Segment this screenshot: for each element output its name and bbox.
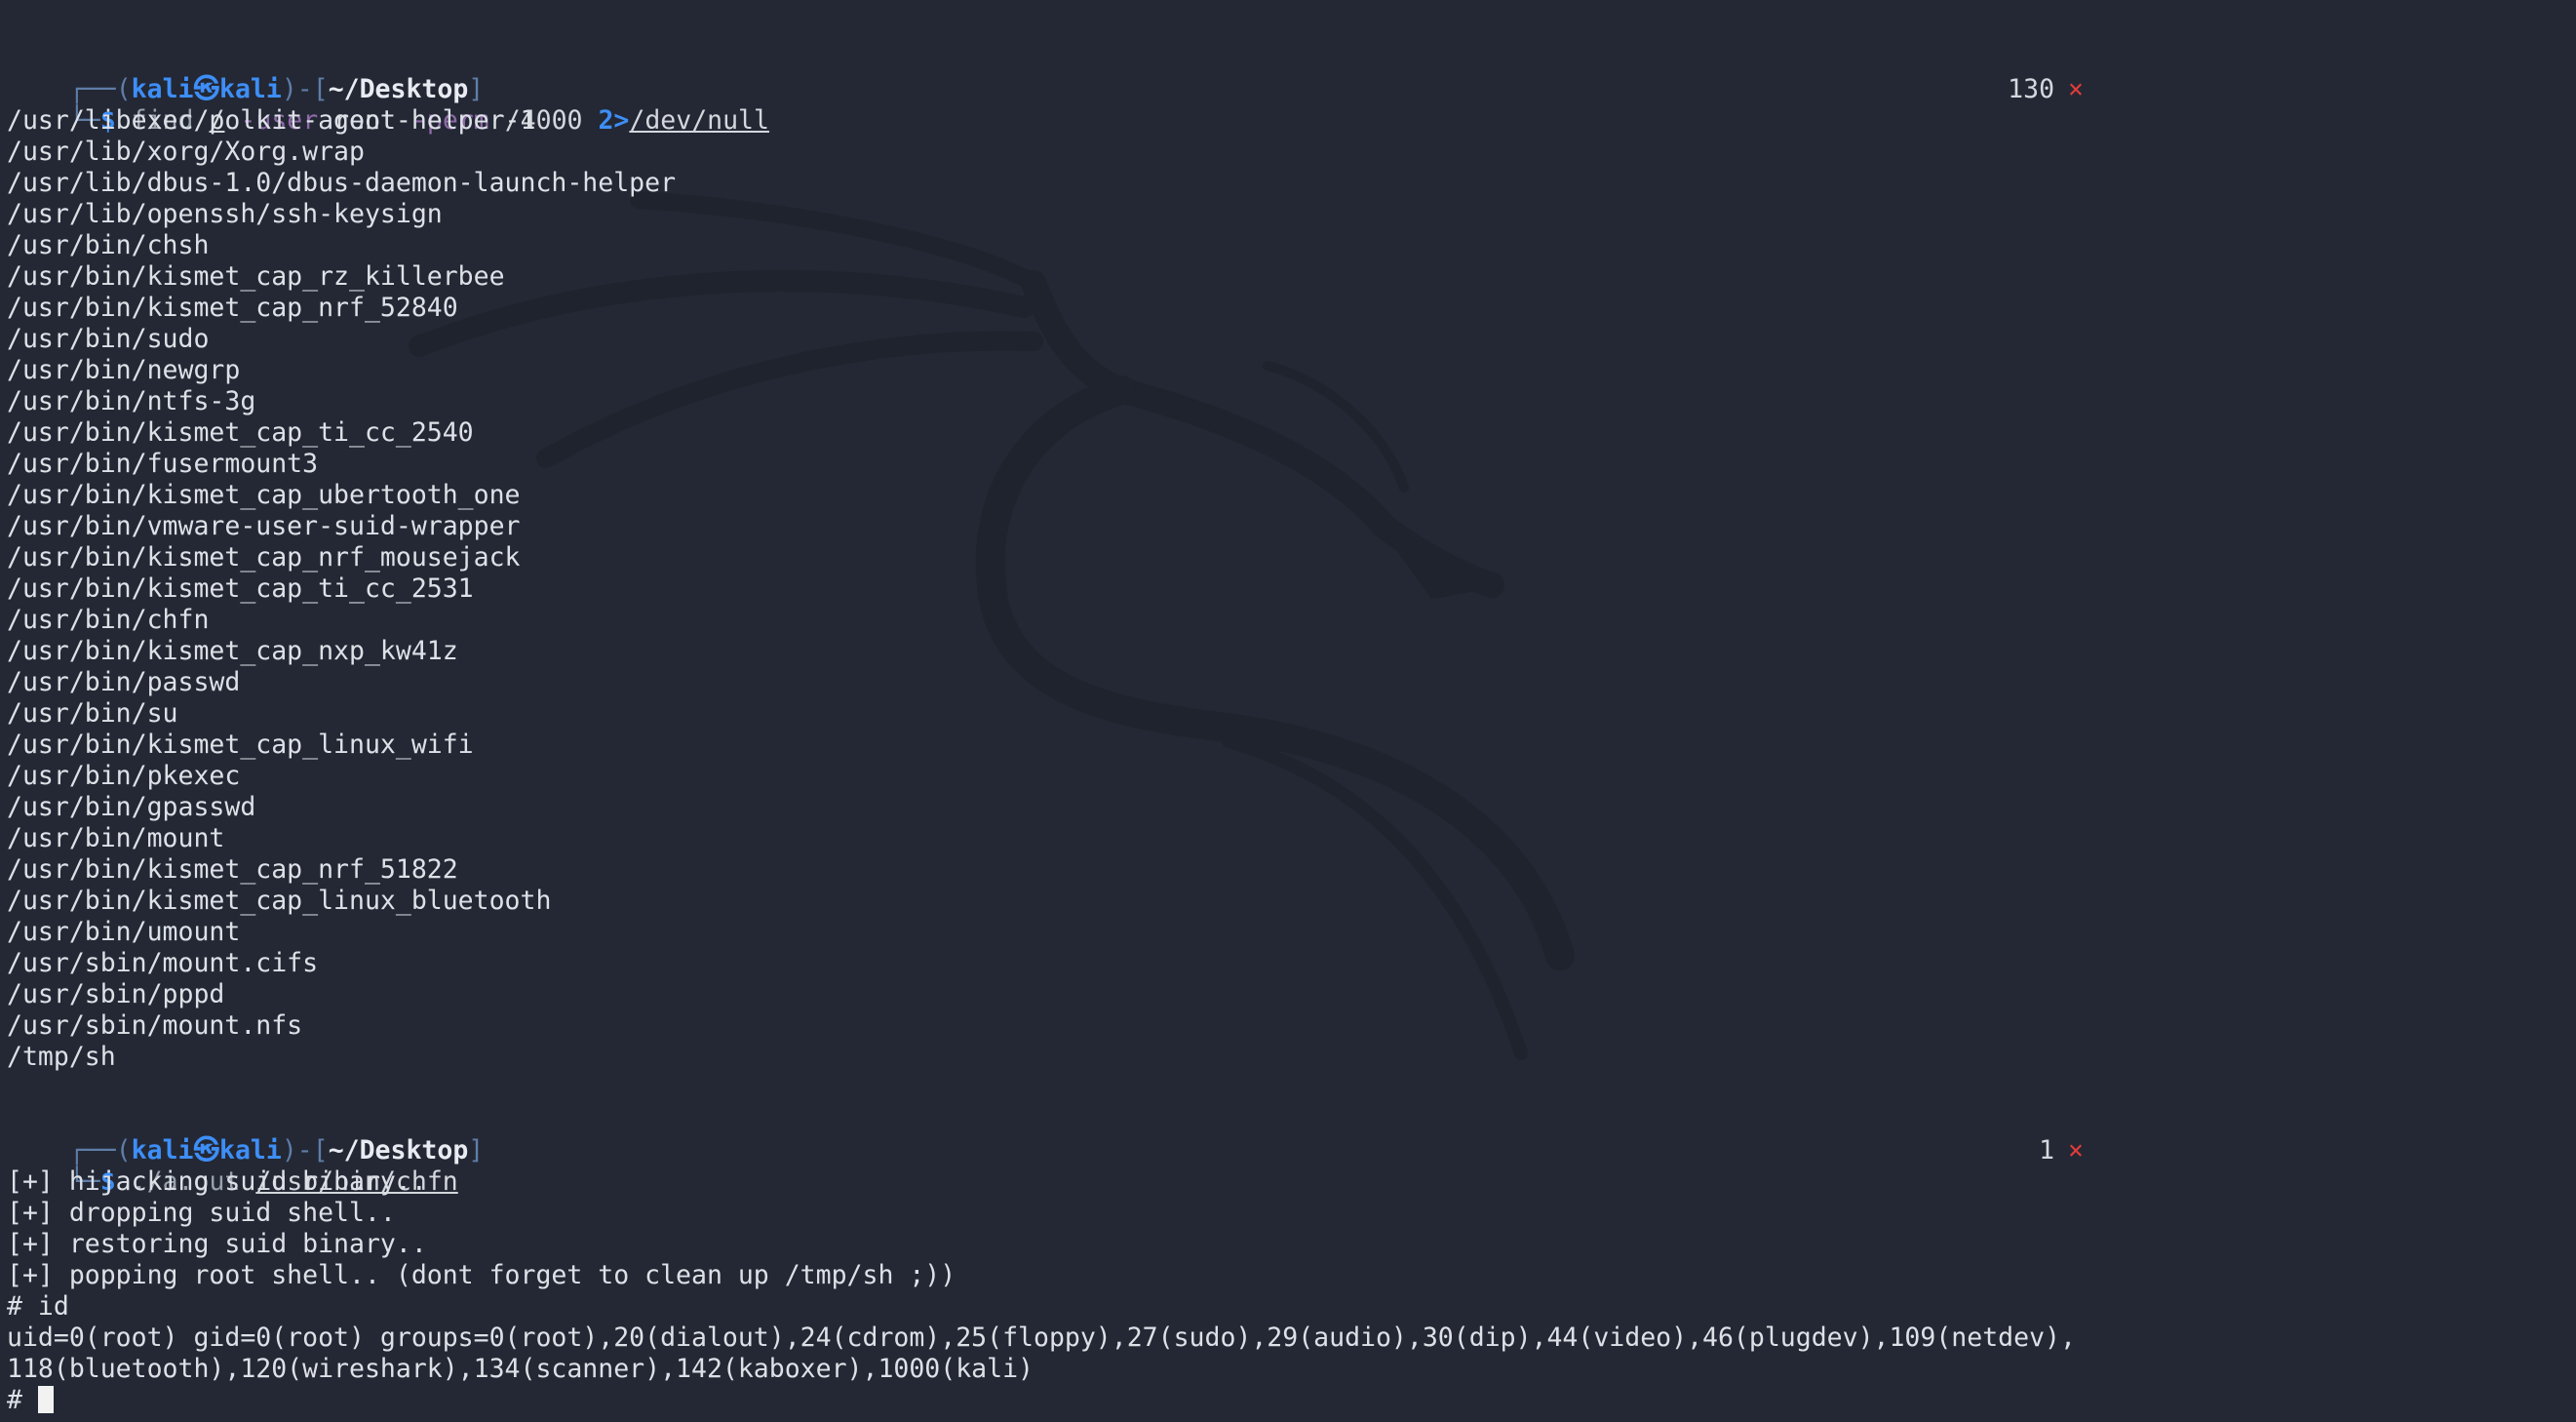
output-line: /usr/lib/openssh/ssh-keysign: [7, 199, 443, 229]
output-line: /usr/bin/chsh: [7, 230, 210, 260]
output-line: /usr/bin/pkexec: [7, 761, 241, 791]
root-prompt: #: [7, 1385, 38, 1415]
output-line: /usr/bin/kismet_cap_nrf_mousejack: [7, 542, 521, 573]
output-line: /usr/bin/kismet_cap_ubertooth_one: [7, 480, 521, 510]
output-line: /usr/lib/dbus-1.0/dbus-daemon-launch-hel…: [7, 168, 677, 198]
output-line: /usr/bin/passwd: [7, 667, 241, 697]
terminal-output[interactable]: ┌──(kali㉿kali)-[~/Desktop] └─$ find / -u…: [7, 43, 2084, 1416]
output-line: /usr/bin/kismet_cap_nxp_kw41z: [7, 636, 458, 666]
output-line: [+] popping root shell.. (dont forget to…: [7, 1260, 956, 1290]
output-line: [+] restoring suid binary..: [7, 1229, 427, 1259]
text-cursor: [37, 1386, 54, 1413]
output-line: /usr/bin/su: [7, 698, 178, 729]
output-line: /usr/bin/kismet_cap_nrf_52840: [7, 293, 458, 323]
output-line: /tmp/sh: [7, 1042, 116, 1072]
output-line: /usr/sbin/mount.cifs: [7, 948, 319, 978]
error-x-icon: ×: [2068, 74, 2084, 104]
prompt-header: ┌──(kali㉿kali)-[~/Desktop]: [7, 43, 2084, 104]
output-line: 118(bluetooth),120(wireshark),134(scanne…: [7, 1354, 1034, 1384]
exit-status-code: 130: [2008, 74, 2055, 104]
output-line: /usr/bin/chfn: [7, 605, 210, 635]
output-line: [+] dropping suid shell..: [7, 1198, 396, 1228]
output-line: /usr/bin/kismet_cap_linux_wifi: [7, 730, 474, 760]
root-prompt-line[interactable]: #: [7, 1385, 2084, 1416]
output-line: /usr/bin/kismet_cap_linux_bluetooth: [7, 886, 552, 916]
output-line: uid=0(root) gid=0(root) groups=0(root),2…: [7, 1323, 2076, 1353]
output-line: /usr/lib/xorg/Xorg.wrap: [7, 137, 365, 167]
root-command-line: # id: [7, 1291, 69, 1322]
exit-status: 1 ×: [2039, 1135, 2084, 1166]
error-x-icon: ×: [2068, 1135, 2084, 1165]
exit-status: 130 ×: [2008, 74, 2084, 105]
output-line: /usr/bin/ntfs-3g: [7, 386, 256, 416]
output-line: /usr/bin/fusermount3: [7, 449, 319, 479]
output-line: /usr/libexec/polkit-agent-helper-1: [7, 105, 536, 136]
output-line: /usr/bin/umount: [7, 917, 241, 947]
output-line: /usr/bin/kismet_cap_rz_killerbee: [7, 261, 505, 292]
command-line: └─$ ./a.out /usr/bin/chfn 1 ×: [7, 1135, 2084, 1197]
output-line: [+] hijacking suid binary..: [7, 1166, 427, 1197]
output-line: /usr/sbin/pppd: [7, 979, 225, 1009]
output-line: /usr/bin/mount: [7, 823, 225, 853]
exit-status-code: 1: [2039, 1135, 2055, 1165]
output-line: /usr/bin/gpasswd: [7, 792, 256, 822]
output-line: /usr/bin/vmware-user-suid-wrapper: [7, 511, 521, 541]
output-line: /usr/bin/sudo: [7, 324, 210, 354]
output-line: /usr/sbin/mount.nfs: [7, 1010, 303, 1041]
command-line: └─$ find / -user root -perm /4000 2>/dev…: [7, 74, 2084, 136]
output-line: /usr/bin/kismet_cap_nrf_51822: [7, 854, 458, 885]
output-line: /usr/bin/kismet_cap_ti_cc_2531: [7, 573, 474, 604]
output-line: /usr/bin/kismet_cap_ti_cc_2540: [7, 417, 474, 448]
prompt-header: ┌──(kali㉿kali)-[~/Desktop]: [7, 1104, 2084, 1165]
output-line: /usr/bin/newgrp: [7, 355, 241, 385]
